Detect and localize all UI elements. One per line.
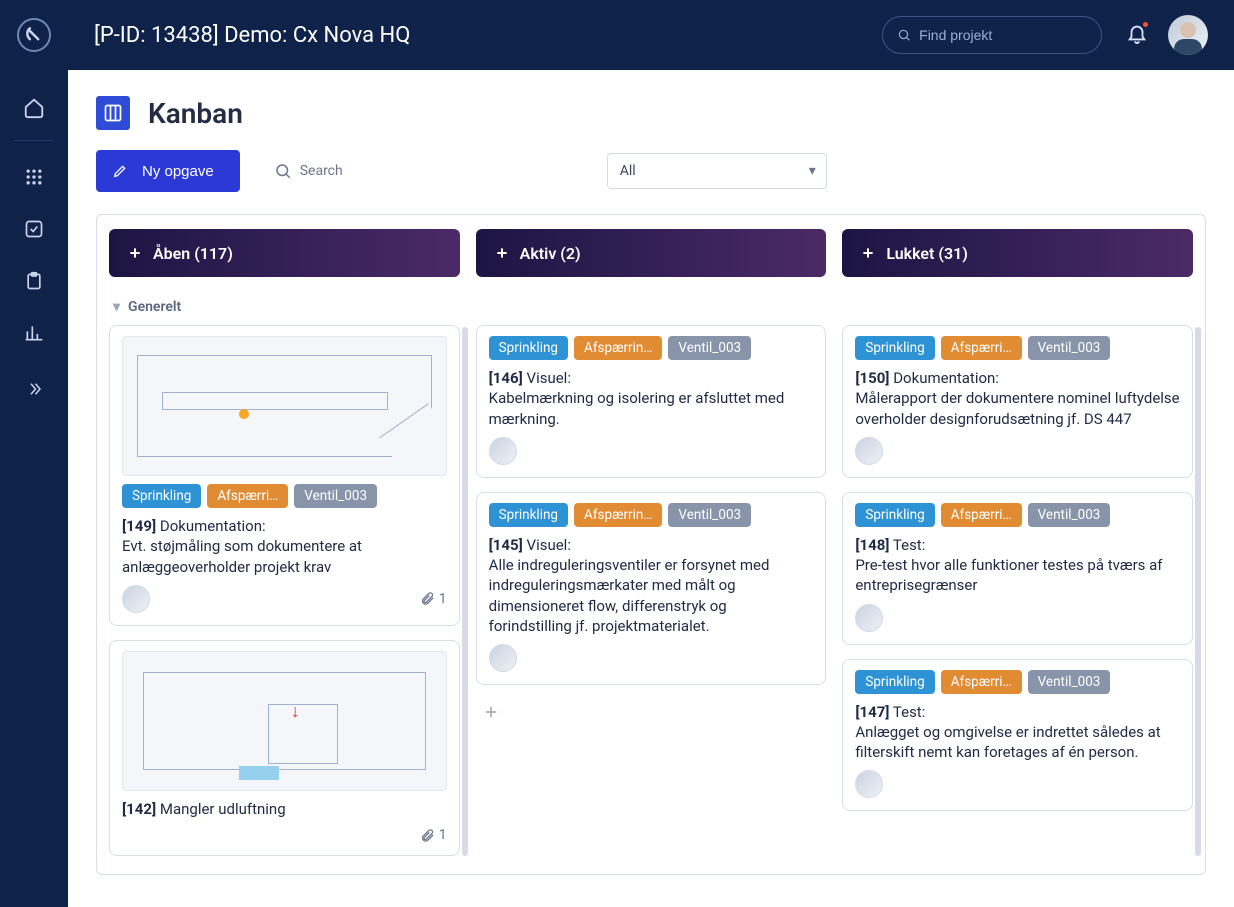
- column-header-closed[interactable]: Lukket (31): [842, 229, 1193, 277]
- user-avatar[interactable]: [1168, 15, 1208, 55]
- task-title: [147] Test: Anlægget og omgivelse er ind…: [855, 702, 1180, 763]
- task-card[interactable]: Sprinkling Afspærri… Ventil_003 [150] Do…: [842, 325, 1193, 478]
- pencil-icon: [112, 163, 128, 179]
- assignee-avatar[interactable]: [855, 437, 883, 465]
- column-header-active[interactable]: Aktiv (2): [476, 229, 827, 277]
- task-title: [148] Test: Pre-test hvor alle funktione…: [855, 535, 1180, 596]
- plus-icon: [127, 245, 143, 261]
- task-card[interactable]: Sprinkling Afspærrin… Ventil_003 [146] V…: [476, 325, 827, 478]
- new-task-label: Ny opgave: [142, 163, 214, 180]
- search-icon: [274, 162, 292, 180]
- attachment-count[interactable]: 1: [420, 591, 447, 607]
- home-icon[interactable]: [14, 88, 54, 128]
- task-card[interactable]: Sprinkling Afspærrin… Ventil_003 [145] V…: [476, 492, 827, 685]
- project-title: [P-ID: 13438] Demo: Cx Nova HQ: [94, 23, 882, 48]
- tag: Ventil_003: [1028, 336, 1111, 360]
- section-name: Generelt: [128, 299, 181, 315]
- task-title: [142] Mangler udluftning: [122, 799, 447, 819]
- assignee-avatar[interactable]: [489, 644, 517, 672]
- kanban-icon: [96, 96, 130, 130]
- new-task-button[interactable]: Ny opgave: [96, 150, 240, 192]
- tag: Ventil_003: [1028, 503, 1111, 527]
- assignee-avatar[interactable]: [855, 770, 883, 798]
- sidebar: [0, 0, 68, 907]
- assignee-avatar[interactable]: [855, 604, 883, 632]
- task-title: [150] Dokumentation: Målerapport der dok…: [855, 368, 1180, 429]
- tag: Afspærri…: [207, 484, 288, 508]
- filter-select[interactable]: All ▾: [607, 153, 827, 189]
- task-card[interactable]: ↓ [142] Mangler udluftning 1: [109, 640, 460, 856]
- task-card[interactable]: Sprinkling Afspærri… Ventil_003 [148] Te…: [842, 492, 1193, 645]
- add-card-button[interactable]: [476, 699, 827, 729]
- tag: Ventil_003: [668, 503, 751, 527]
- scrollbar[interactable]: [462, 327, 468, 856]
- clipboard-icon[interactable]: [14, 261, 54, 301]
- scrollbar[interactable]: [1195, 327, 1201, 856]
- notifications-icon[interactable]: [1126, 22, 1148, 48]
- plus-icon: [482, 703, 500, 721]
- project-search-input[interactable]: [919, 27, 1087, 43]
- task-title: [146] Visuel: Kabelmærkning og isolering…: [489, 368, 814, 429]
- tag: Sprinkling: [855, 503, 934, 527]
- tag: Sprinkling: [855, 670, 934, 694]
- column-header-open[interactable]: Åben (117): [109, 229, 460, 277]
- tag: Afspærri…: [941, 336, 1022, 360]
- tag: Ventil_003: [668, 336, 751, 360]
- assignee-avatar[interactable]: [489, 437, 517, 465]
- thumbnail: ↓: [122, 651, 447, 791]
- topbar: [P-ID: 13438] Demo: Cx Nova HQ: [68, 0, 1234, 70]
- analytics-icon[interactable]: [14, 313, 54, 353]
- page-title: Kanban: [148, 97, 243, 130]
- column-closed: Sprinkling Afspærri… Ventil_003 [150] Do…: [842, 325, 1193, 856]
- collapse-icon: ▾: [113, 299, 120, 315]
- assignee-avatar[interactable]: [122, 585, 150, 613]
- search-button[interactable]: Search: [264, 154, 353, 188]
- tag: Ventil_003: [1028, 670, 1111, 694]
- plus-icon: [494, 245, 510, 261]
- filter-value: All: [620, 163, 636, 179]
- plus-icon: [860, 245, 876, 261]
- search-icon: [897, 27, 911, 43]
- chevron-down-icon: ▾: [809, 163, 816, 179]
- thumbnail: [122, 336, 447, 476]
- project-search[interactable]: [882, 16, 1102, 54]
- apps-grid-icon[interactable]: [14, 157, 54, 197]
- task-title: [149] Dokumentation: Evt. støjmåling som…: [122, 516, 447, 577]
- task-card[interactable]: Sprinkling Afspærri… Ventil_003 [147] Te…: [842, 659, 1193, 812]
- column-title: Lukket (31): [886, 244, 968, 263]
- tag: Sprinkling: [855, 336, 934, 360]
- column-active: Sprinkling Afspærrin… Ventil_003 [146] V…: [476, 325, 827, 856]
- section-toggle[interactable]: ▾ Generelt: [109, 291, 1193, 325]
- notification-dot: [1141, 20, 1150, 29]
- column-title: Åben (117): [153, 244, 233, 263]
- paperclip-icon: [420, 828, 435, 843]
- tag: Afspærri…: [941, 670, 1022, 694]
- checkbox-icon[interactable]: [14, 209, 54, 249]
- attachment-count[interactable]: 1: [420, 827, 447, 843]
- kanban-board: Åben (117) Aktiv (2) Lukket (31) ▾ Gener…: [96, 214, 1206, 875]
- column-open: Sprinkling Afspærri… Ventil_003 [149] Do…: [109, 325, 460, 856]
- tag: Sprinkling: [489, 336, 568, 360]
- tag: Sprinkling: [122, 484, 201, 508]
- task-card[interactable]: Sprinkling Afspærri… Ventil_003 [149] Do…: [109, 325, 460, 626]
- tag: Afspærrin…: [574, 336, 662, 360]
- divider: [14, 140, 55, 141]
- tag: Afspærri…: [941, 503, 1022, 527]
- tag: Ventil_003: [294, 484, 377, 508]
- tag: Afspærrin…: [574, 503, 662, 527]
- tag: Sprinkling: [489, 503, 568, 527]
- expand-icon[interactable]: [14, 369, 54, 409]
- column-title: Aktiv (2): [520, 244, 581, 263]
- paperclip-icon: [420, 591, 435, 606]
- task-title: [145] Visuel: Alle indreguleringsventile…: [489, 535, 814, 636]
- search-label: Search: [300, 163, 343, 179]
- logo-icon[interactable]: [17, 18, 51, 52]
